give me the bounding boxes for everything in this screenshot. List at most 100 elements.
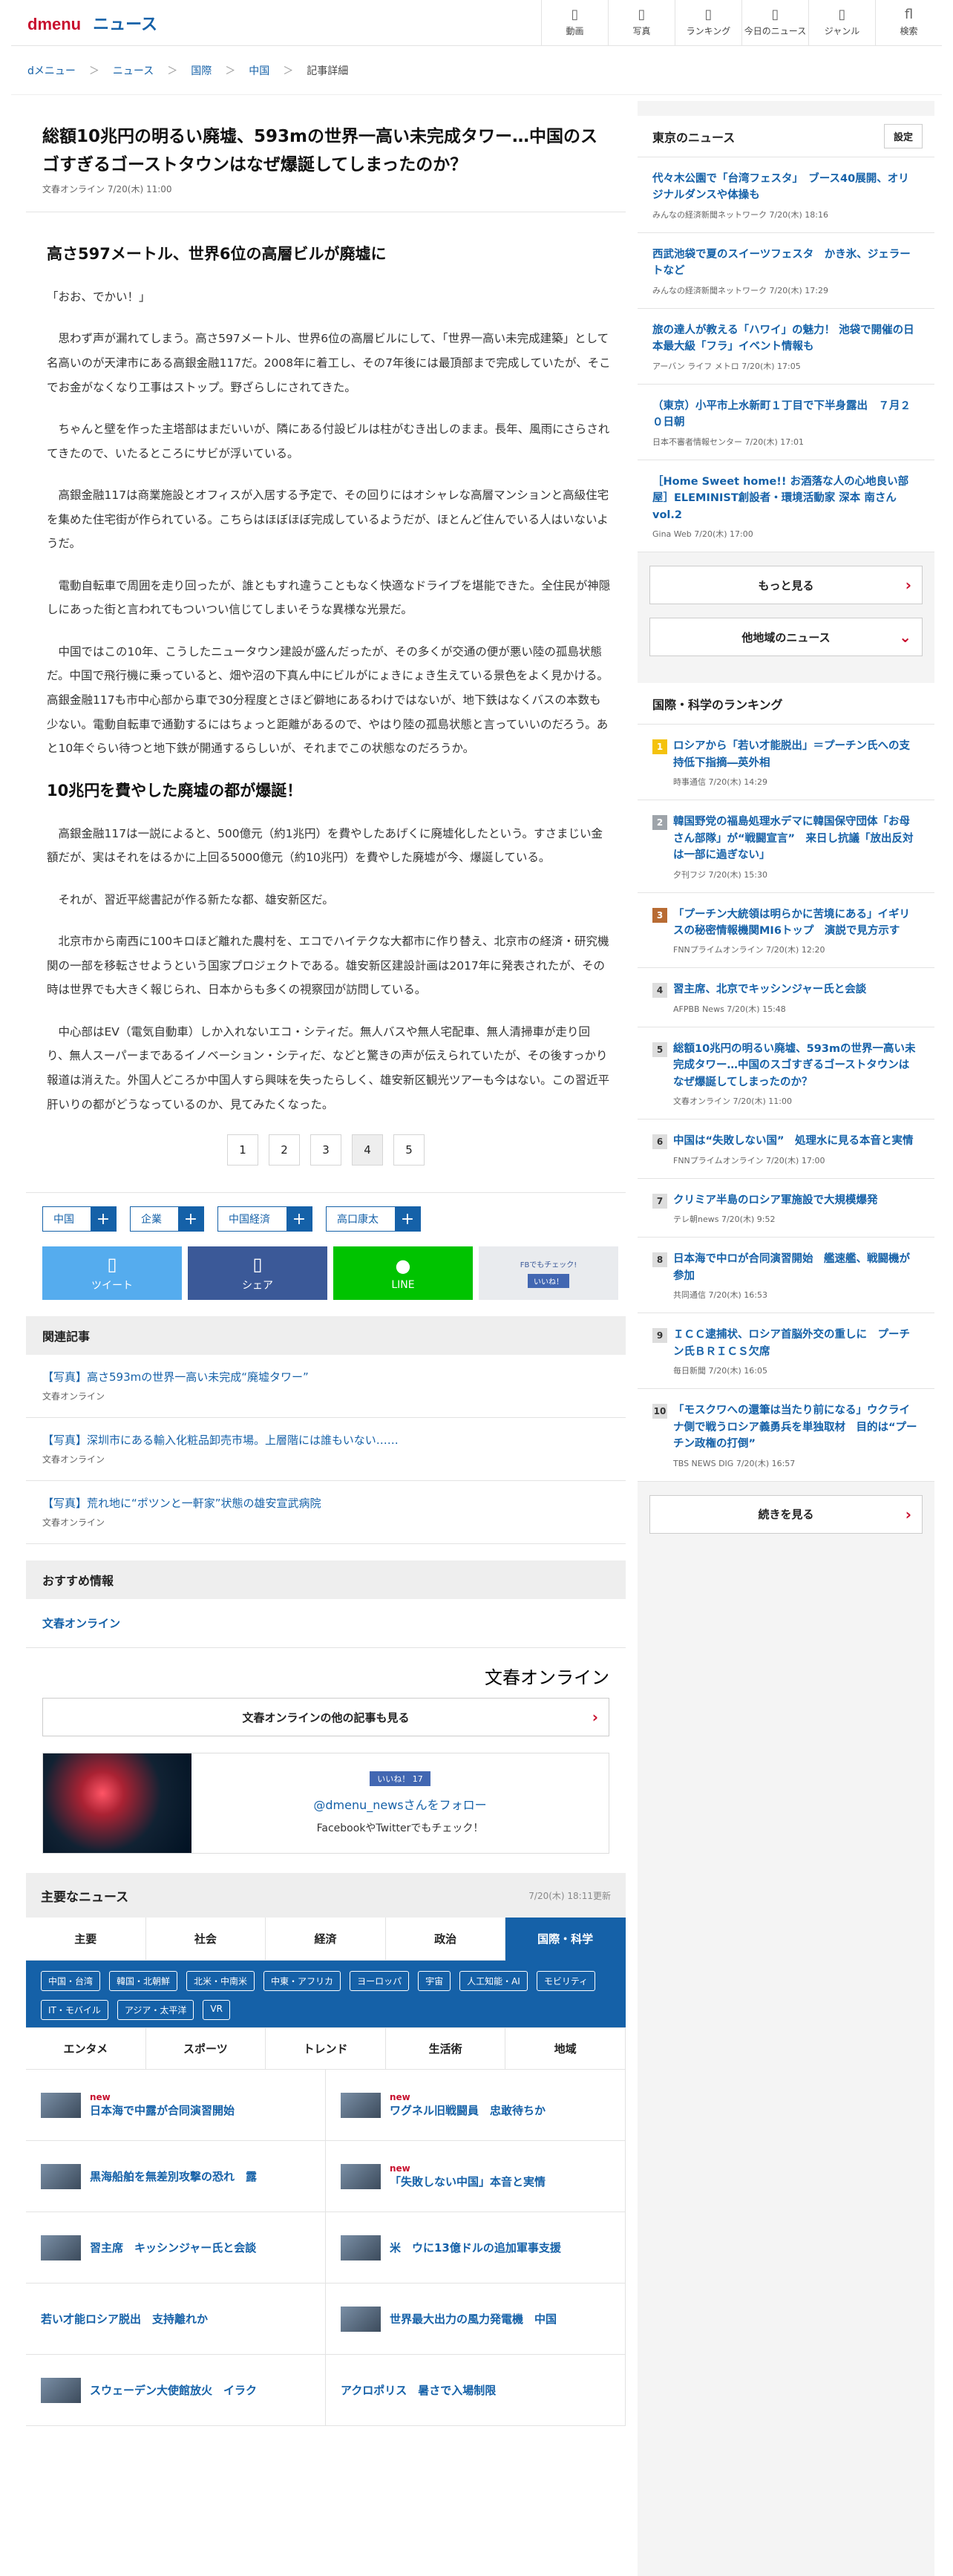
ranking-item[interactable]: 9 ＩＣＣ逮捕状、ロシア首脳外交の重しに プーチン氏ＢＲＩＣＳ欠席 毎日新聞 7/2… [638, 1313, 934, 1390]
ranking-title-link[interactable]: 総額10兆円の明るい廃墟、593mの世界一高い未完成タワー…中国のスゴすぎるゴー… [673, 1041, 920, 1091]
news-item[interactable]: new ワグネル旧戦闘員 忠敢待ちか [326, 2070, 626, 2142]
news-title[interactable]: スウェーデン大使館放火 イラク [90, 2384, 257, 2397]
more-articles-button[interactable]: 文春オンラインの他の記事も見る › [42, 1698, 609, 1737]
ranking-item[interactable]: 5 総額10兆円の明るい廃墟、593mの世界一高い未完成タワー…中国のスゴすぎるゴ… [638, 1027, 934, 1120]
nav-search[interactable]: fl 検索 [875, 0, 942, 46]
page-2[interactable]: 2 [269, 1134, 300, 1166]
facebook-share-button[interactable]: ▯ シェア [188, 1246, 327, 1301]
bunshun-logo[interactable]: 文春オンライン [26, 1648, 626, 1698]
ranking-title-link[interactable]: 日本海で中ロが合同演習開始 艦速艦、戦闘機が参加 [673, 1251, 920, 1284]
line-share-button[interactable]: ● LINE [333, 1246, 473, 1301]
subcat-chip[interactable]: 北米・中南米 [186, 1971, 255, 1992]
subcat-chip[interactable]: VR [203, 2000, 230, 2021]
tokyo-news-title-link[interactable]: 旅の達人が教える「ハワイ」の魅力！ 池袋で開催の日本最大級「フラ」イベント情報も [652, 322, 920, 356]
breadcrumb-dmenu[interactable]: dメニュー [27, 63, 76, 78]
more-tokyo-button[interactable]: もっと見る › [649, 566, 923, 605]
tokyo-news-item[interactable]: ［Home Sweet home!! お酒落な人の心地良い部屋］ELEMINIS… [638, 460, 934, 553]
news-item[interactable]: new 日本海で中露が合同演習開始 [26, 2070, 326, 2142]
tokyo-news-item[interactable]: （東京）小平市上水新町１丁目で下半身露出 ７月２０日朝 日本不審者情報センター 7… [638, 384, 934, 460]
tag-label[interactable]: 中国 [43, 1207, 91, 1231]
page-4-current[interactable]: 4 [352, 1134, 383, 1166]
news-item[interactable]: 世界最大出力の風力発電機 中国 [326, 2284, 626, 2356]
tag-label[interactable]: 中国経済 [218, 1207, 286, 1231]
tab-society[interactable]: 社会 [145, 1918, 266, 1961]
related-title[interactable]: 【写真】荒れ地に“ポツンと一軒家”状態の雄安宣武病院 [42, 1496, 609, 1511]
nav-video[interactable]: ▯ 動画 [541, 0, 608, 46]
nav-genre[interactable]: ▯ ジャンル [808, 0, 875, 46]
tag-china-economy[interactable]: 中国経済 + [217, 1206, 312, 1232]
tab-international-science[interactable]: 国際・科学 [505, 1918, 626, 1961]
news-title[interactable]: 黒海船舶を無差別攻撃の恐れ 露 [90, 2170, 257, 2183]
breadcrumb-news[interactable]: ニュース [113, 63, 154, 78]
ranking-title-link[interactable]: 「プーチン大統領は明らかに苦境にある」イギリスの秘密情報機関MI6トップ 演説で… [673, 906, 920, 940]
tag-china[interactable]: 中国 + [42, 1206, 117, 1232]
ranking-title-link[interactable]: ロシアから「若い才能脱出」＝プーチン氏への支持低下指摘―英外相 [673, 738, 920, 771]
tweet-button[interactable]: ▯ ツイート [42, 1246, 182, 1301]
tag-company[interactable]: 企業 + [130, 1206, 204, 1232]
breadcrumb-international[interactable]: 国際 [191, 63, 212, 78]
tab-trend[interactable]: トレンド [266, 2028, 386, 2070]
ranking-item[interactable]: 3 「プーチン大統領は明らかに苦境にある」イギリスの秘密情報機関MI6トップ 演説… [638, 892, 934, 969]
news-item[interactable]: 黒海船舶を無差別攻撃の恐れ 露 [26, 2141, 326, 2213]
ranking-title-link[interactable]: クリミア半島のロシア軍施設で大規模爆発 [673, 1192, 878, 1209]
tag-label[interactable]: 企業 [131, 1207, 178, 1231]
ranking-title-link[interactable]: 習主席、北京でキッシンジャー氏と会談 [673, 981, 866, 998]
subcat-chip[interactable]: 人工知能・AI [459, 1971, 528, 1992]
tokyo-news-title-link[interactable]: 代々木公園で「台湾フェスタ」 ブース40展開、オリジナルダンスや体操も [652, 171, 920, 204]
subcat-chip[interactable]: アジア・太平洋 [117, 2000, 194, 2021]
news-item[interactable]: 若い才能ロシア脱出 支持離れか [26, 2284, 326, 2356]
tab-lifestyle[interactable]: 生活術 [385, 2028, 506, 2070]
tab-region[interactable]: 地域 [505, 2028, 626, 2070]
fb-like-button[interactable]: いいね！ [528, 1274, 569, 1289]
settings-button[interactable]: 設定 [883, 124, 923, 148]
subcat-chip[interactable]: IT・モバイル [41, 2000, 108, 2021]
tokyo-news-item[interactable]: 代々木公園で「台湾フェスタ」 ブース40展開、オリジナルダンスや体操も みんなの経… [638, 157, 934, 233]
nav-today[interactable]: ▯ 今日のニュース [741, 0, 808, 46]
news-title[interactable]: 世界最大出力の風力発電機 中国 [390, 2312, 557, 2326]
news-title[interactable]: 若い才能ロシア脱出 支持離れか [41, 2312, 208, 2326]
tab-economy[interactable]: 経済 [266, 1918, 386, 1961]
news-title[interactable]: 米 ウに13億ドルの追加軍事支援 [390, 2241, 561, 2255]
subcat-chip[interactable]: 中国・台湾 [41, 1971, 101, 1992]
dmenu-logo[interactable]: dmenu [27, 15, 81, 34]
subcat-chip[interactable]: 韓国・北朝鮮 [109, 1971, 178, 1992]
news-logo[interactable]: ニュース [93, 11, 157, 35]
tag-author[interactable]: 高口康太 + [326, 1206, 421, 1232]
related-item[interactable]: 【写真】深圳市にある輸入化粧品卸売市場。上層階には誰もいない…… 文春オンライン [26, 1418, 626, 1482]
news-item[interactable]: 習主席 キッシンジャー氏と会談 [26, 2212, 326, 2284]
ranking-item[interactable]: 10 「モスクワへの還筆は当たり前になる」ウクライナ側で戦うロシア義勇兵を単独取材… [638, 1389, 934, 1482]
news-title[interactable]: 日本海で中露が合同演習開始 [90, 2104, 235, 2117]
recommend-source-link[interactable]: 文春オンライン [26, 1599, 626, 1649]
ranking-item[interactable]: 1 ロシアから「若い才能脱出」＝プーチン氏への支持低下指摘―英外相 時事通信 7/2… [638, 725, 934, 801]
news-item[interactable]: new 「失敗しない中国」本音と実情 [326, 2141, 626, 2213]
tokyo-news-item[interactable]: 旅の達人が教える「ハワイ」の魅力！ 池袋で開催の日本最大級「フラ」イベント情報も… [638, 308, 934, 385]
breadcrumb-china[interactable]: 中国 [249, 63, 269, 78]
page-5[interactable]: 5 [393, 1134, 425, 1166]
ranking-title-link[interactable]: 韓国野党の福島処理水デマに韓国保守団体「お母さん部隊」が“戦闘宣言” 来日し抗議… [673, 814, 920, 863]
tokyo-news-title-link[interactable]: ［Home Sweet home!! お酒落な人の心地良い部屋］ELEMINIS… [652, 474, 920, 523]
ranking-title-link[interactable]: ＩＣＣ逮捕状、ロシア首脳外交の重しに プーチン氏ＢＲＩＣＳ欠席 [673, 1327, 920, 1360]
ranking-item[interactable]: 8 日本海で中ロが合同演習開始 艦速艦、戦闘機が参加 共同通信 7/20(木) 16… [638, 1238, 934, 1314]
plus-icon[interactable]: + [286, 1207, 312, 1232]
page-3[interactable]: 3 [310, 1134, 341, 1166]
follow-account-link[interactable]: @dmenu_newsさんをフォロー [313, 1795, 486, 1813]
fb-like-count-button[interactable]: いいね！ 17 [370, 1771, 430, 1787]
news-title[interactable]: ワグネル旧戦闘員 忠敢待ちか [390, 2104, 546, 2117]
ranking-title-link[interactable]: 「モスクワへの還筆は当たり前になる」ウクライナ側で戦うロシア義勇兵を単独取材 目… [673, 1402, 920, 1452]
related-item[interactable]: 【写真】高さ593mの世界一高い未完成“廃墟タワー” 文春オンライン [26, 1355, 626, 1419]
nav-photo[interactable]: ▯ 写真 [608, 0, 675, 46]
subcat-chip[interactable]: 宇宙 [418, 1971, 451, 1992]
plus-icon[interactable]: + [178, 1207, 203, 1232]
subcat-chip[interactable]: モビリティ [536, 1971, 596, 1992]
plus-icon[interactable]: + [91, 1207, 116, 1232]
news-title[interactable]: アクロポリス 暑さで入場制限 [341, 2384, 496, 2397]
news-item[interactable]: スウェーデン大使館放火 イラク [26, 2355, 326, 2427]
plus-icon[interactable]: + [395, 1207, 420, 1232]
subcat-chip[interactable]: 中東・アフリカ [263, 1971, 341, 1992]
ranking-item[interactable]: 6 中国は“失敗しない国” 処理水に見る本音と実情 FNNプライムオンライン 7/2… [638, 1119, 934, 1179]
news-title[interactable]: 「失敗しない中国」本音と実情 [390, 2175, 546, 2188]
tab-entertainment[interactable]: エンタメ [26, 2028, 146, 2070]
subcat-chip[interactable]: ヨーロッパ [350, 1971, 410, 1992]
tab-main[interactable]: 主要 [26, 1918, 146, 1961]
tokyo-news-title-link[interactable]: 西武池袋で夏のスイーツフェスタ かき氷、ジェラートなど [652, 246, 920, 280]
